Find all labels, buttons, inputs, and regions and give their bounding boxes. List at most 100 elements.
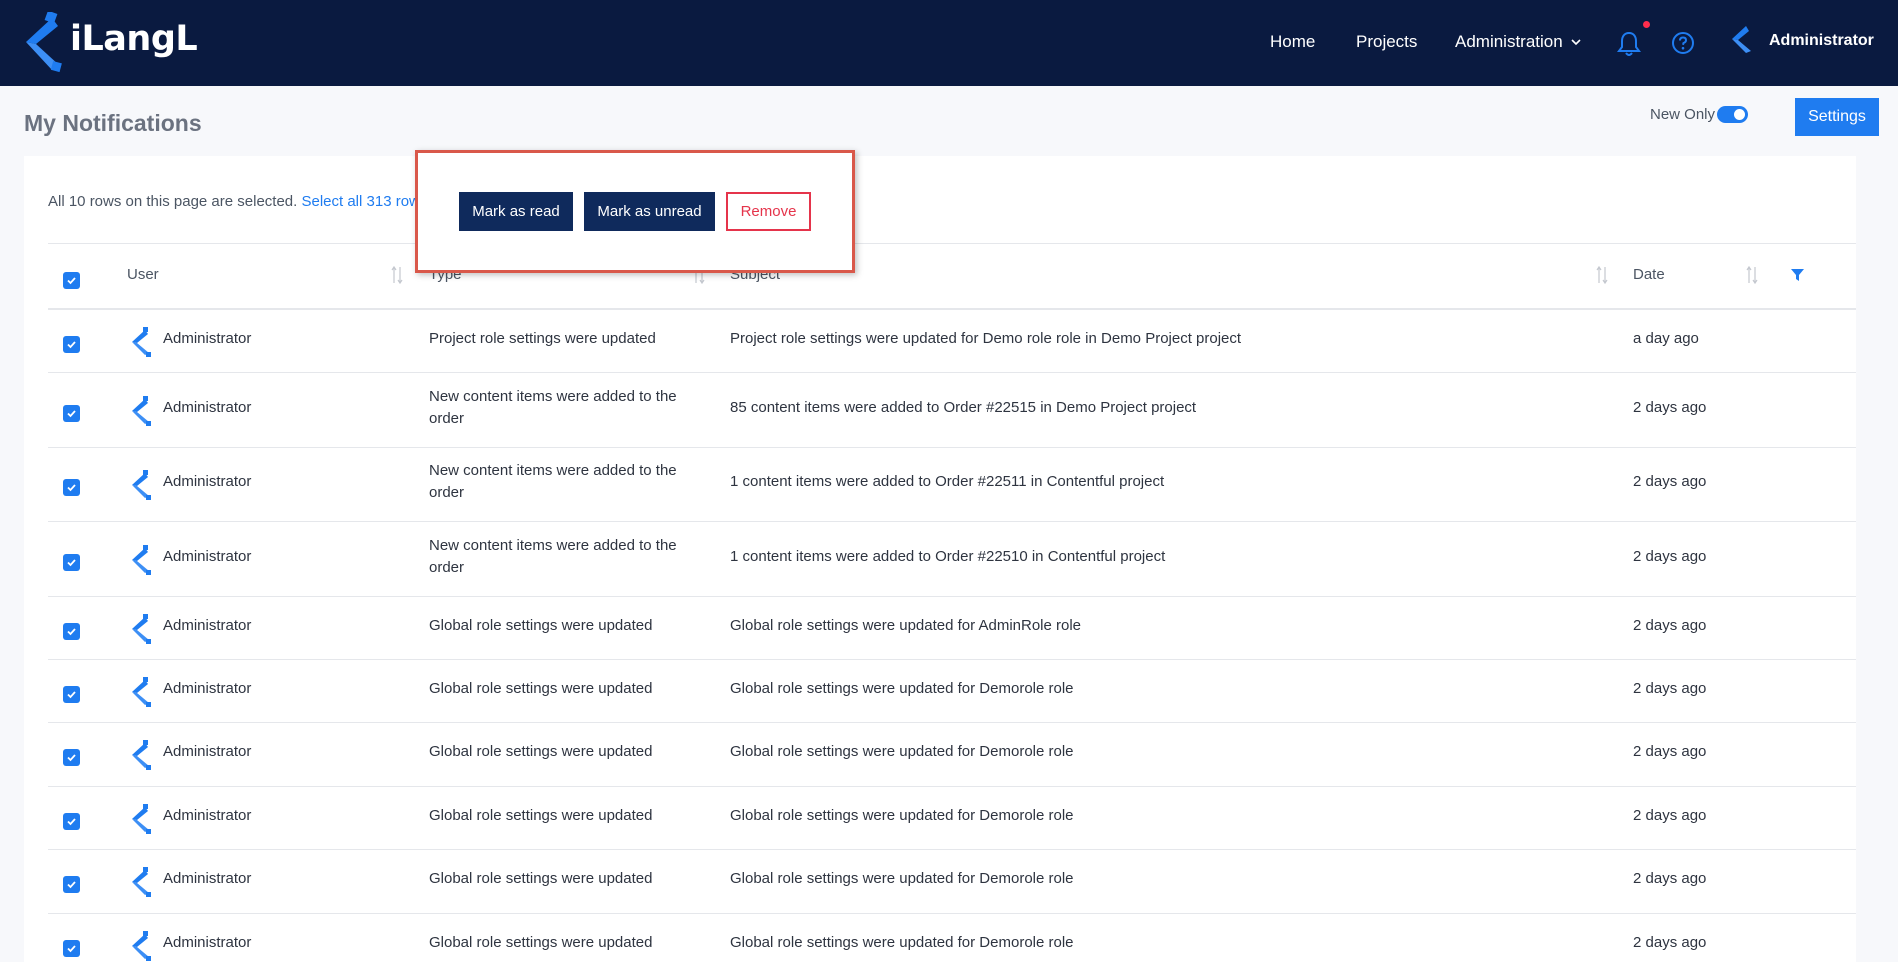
row-date: 2 days ago [1633, 806, 1707, 824]
check-icon [67, 754, 76, 762]
table-row[interactable]: Administrator Global role settings were u… [48, 850, 1856, 914]
table-row[interactable]: Administrator New content items were adde… [48, 522, 1856, 597]
row-subject: 1 content items were added to Order #225… [730, 473, 1165, 490]
check-icon [67, 627, 76, 635]
row-checkbox[interactable] [63, 749, 80, 766]
chevron-down-icon[interactable] [1570, 37, 1582, 47]
row-subject: Global role settings were updated for De… [730, 806, 1074, 824]
row-type: Global role settings were updated [429, 616, 653, 634]
user-avatar-icon [132, 803, 151, 834]
row-subject: Global role settings were updated for De… [730, 743, 1074, 760]
user-avatar-icon [132, 930, 151, 961]
row-subject: Project role settings were updated for D… [730, 329, 1242, 347]
row-checkbox[interactable] [63, 876, 80, 893]
row-checkbox[interactable] [63, 685, 80, 703]
row-checkbox[interactable] [63, 812, 80, 830]
column-header-user[interactable]: User [127, 266, 159, 284]
app-logo[interactable]: iLangL [22, 10, 202, 74]
row-user: Administrator [163, 679, 252, 697]
row-subject: 85 content items were added to Order #22… [730, 398, 1197, 416]
mark-as-unread-button[interactable]: Mark as unread [584, 192, 715, 231]
row-date: 2 days ago [1633, 398, 1707, 416]
user-avatar-icon[interactable] [1730, 24, 1756, 54]
row-subject: Global role settings were updated for De… [730, 933, 1074, 951]
current-user-name[interactable]: Administrator [1769, 31, 1874, 51]
nav-projects-link[interactable]: Projects [1356, 32, 1417, 52]
table-row[interactable]: Administrator New content items were adde… [48, 373, 1856, 448]
row-subject: Global role settings were updated for Ad… [730, 616, 1082, 634]
check-icon [67, 277, 76, 285]
select-all-checkbox[interactable] [63, 272, 80, 289]
check-icon [67, 340, 76, 348]
row-user: Administrator [163, 743, 252, 760]
row-date: 2 days ago [1633, 933, 1707, 951]
row-date: 2 days ago [1633, 547, 1707, 565]
row-checkbox[interactable] [63, 939, 80, 957]
row-subject: Global role settings were updated for De… [730, 679, 1074, 697]
column-header-date[interactable]: Date [1633, 266, 1665, 284]
nav-home-link[interactable]: Home [1270, 32, 1315, 52]
notification-dot [1643, 21, 1650, 28]
toolbar-divider [48, 243, 1856, 244]
select-all-link[interactable]: Select all 313 rows [301, 193, 427, 210]
row-user: Administrator [163, 806, 252, 824]
sort-user-icon[interactable] [389, 264, 405, 286]
check-icon [67, 690, 76, 698]
user-avatar-icon [132, 740, 151, 770]
sort-subject-icon[interactable] [1594, 264, 1610, 286]
user-avatar-icon [132, 676, 151, 707]
row-type: Project role settings were updated [429, 329, 656, 347]
check-icon [67, 881, 76, 889]
table-row[interactable]: Administrator Global role settings were u… [48, 597, 1856, 660]
user-avatar-icon [132, 867, 151, 897]
row-date: 2 days ago [1633, 870, 1707, 887]
check-icon [67, 558, 76, 566]
row-checkbox[interactable] [63, 335, 80, 353]
table-row[interactable]: Administrator Global role settings were u… [48, 660, 1856, 723]
row-date: 2 days ago [1633, 473, 1707, 490]
row-type: New content items were added to the orde… [429, 536, 677, 576]
row-type: New content items were added to the orde… [429, 462, 677, 501]
logo-mark-icon [26, 10, 62, 73]
row-subject: 1 content items were added to Order #225… [730, 547, 1166, 565]
row-type: Global role settings were updated [429, 743, 653, 760]
table-row[interactable]: Administrator Project role settings were … [48, 310, 1856, 373]
row-checkbox[interactable] [63, 404, 80, 422]
table-row[interactable]: Administrator Global role settings were u… [48, 787, 1856, 850]
row-user: Administrator [163, 870, 252, 887]
table-row[interactable]: Administrator Global role settings were u… [48, 723, 1856, 787]
settings-button[interactable]: Settings [1795, 98, 1879, 136]
bell-icon[interactable] [1616, 30, 1642, 58]
mark-as-read-button[interactable]: Mark as read [459, 192, 573, 231]
help-icon[interactable] [1671, 31, 1695, 55]
table-row[interactable]: Administrator New content items were adde… [48, 448, 1856, 522]
new-only-toggle[interactable] [1717, 106, 1748, 123]
row-user: Administrator [163, 329, 252, 347]
user-avatar-icon [132, 544, 151, 575]
nav-administration-link[interactable]: Administration [1455, 32, 1563, 52]
check-icon [67, 817, 76, 825]
row-checkbox[interactable] [63, 553, 80, 571]
row-type: Global role settings were updated [429, 870, 653, 887]
sort-date-icon[interactable] [1744, 264, 1760, 286]
table-row[interactable]: Administrator Global role settings were u… [48, 914, 1856, 962]
row-user: Administrator [163, 933, 252, 951]
row-checkbox[interactable] [63, 479, 80, 496]
remove-button[interactable]: Remove [726, 192, 811, 231]
toggle-knob [1734, 109, 1745, 120]
user-avatar-icon [132, 470, 151, 500]
logo-text: iLangL [70, 19, 198, 59]
check-icon [67, 484, 76, 492]
selection-text: All 10 rows on this page are selected. [48, 193, 298, 210]
row-checkbox[interactable] [63, 622, 80, 640]
row-user: Administrator [163, 616, 252, 634]
row-type: Global role settings were updated [429, 806, 653, 824]
filter-icon[interactable] [1790, 267, 1805, 283]
row-date: 2 days ago [1633, 743, 1707, 760]
user-avatar-icon [132, 395, 151, 426]
row-type: New content items were added to the orde… [429, 387, 677, 427]
row-user: Administrator [163, 473, 252, 490]
row-date: a day ago [1633, 329, 1699, 347]
page-title: My Notifications [24, 110, 202, 136]
row-user: Administrator [163, 398, 252, 416]
